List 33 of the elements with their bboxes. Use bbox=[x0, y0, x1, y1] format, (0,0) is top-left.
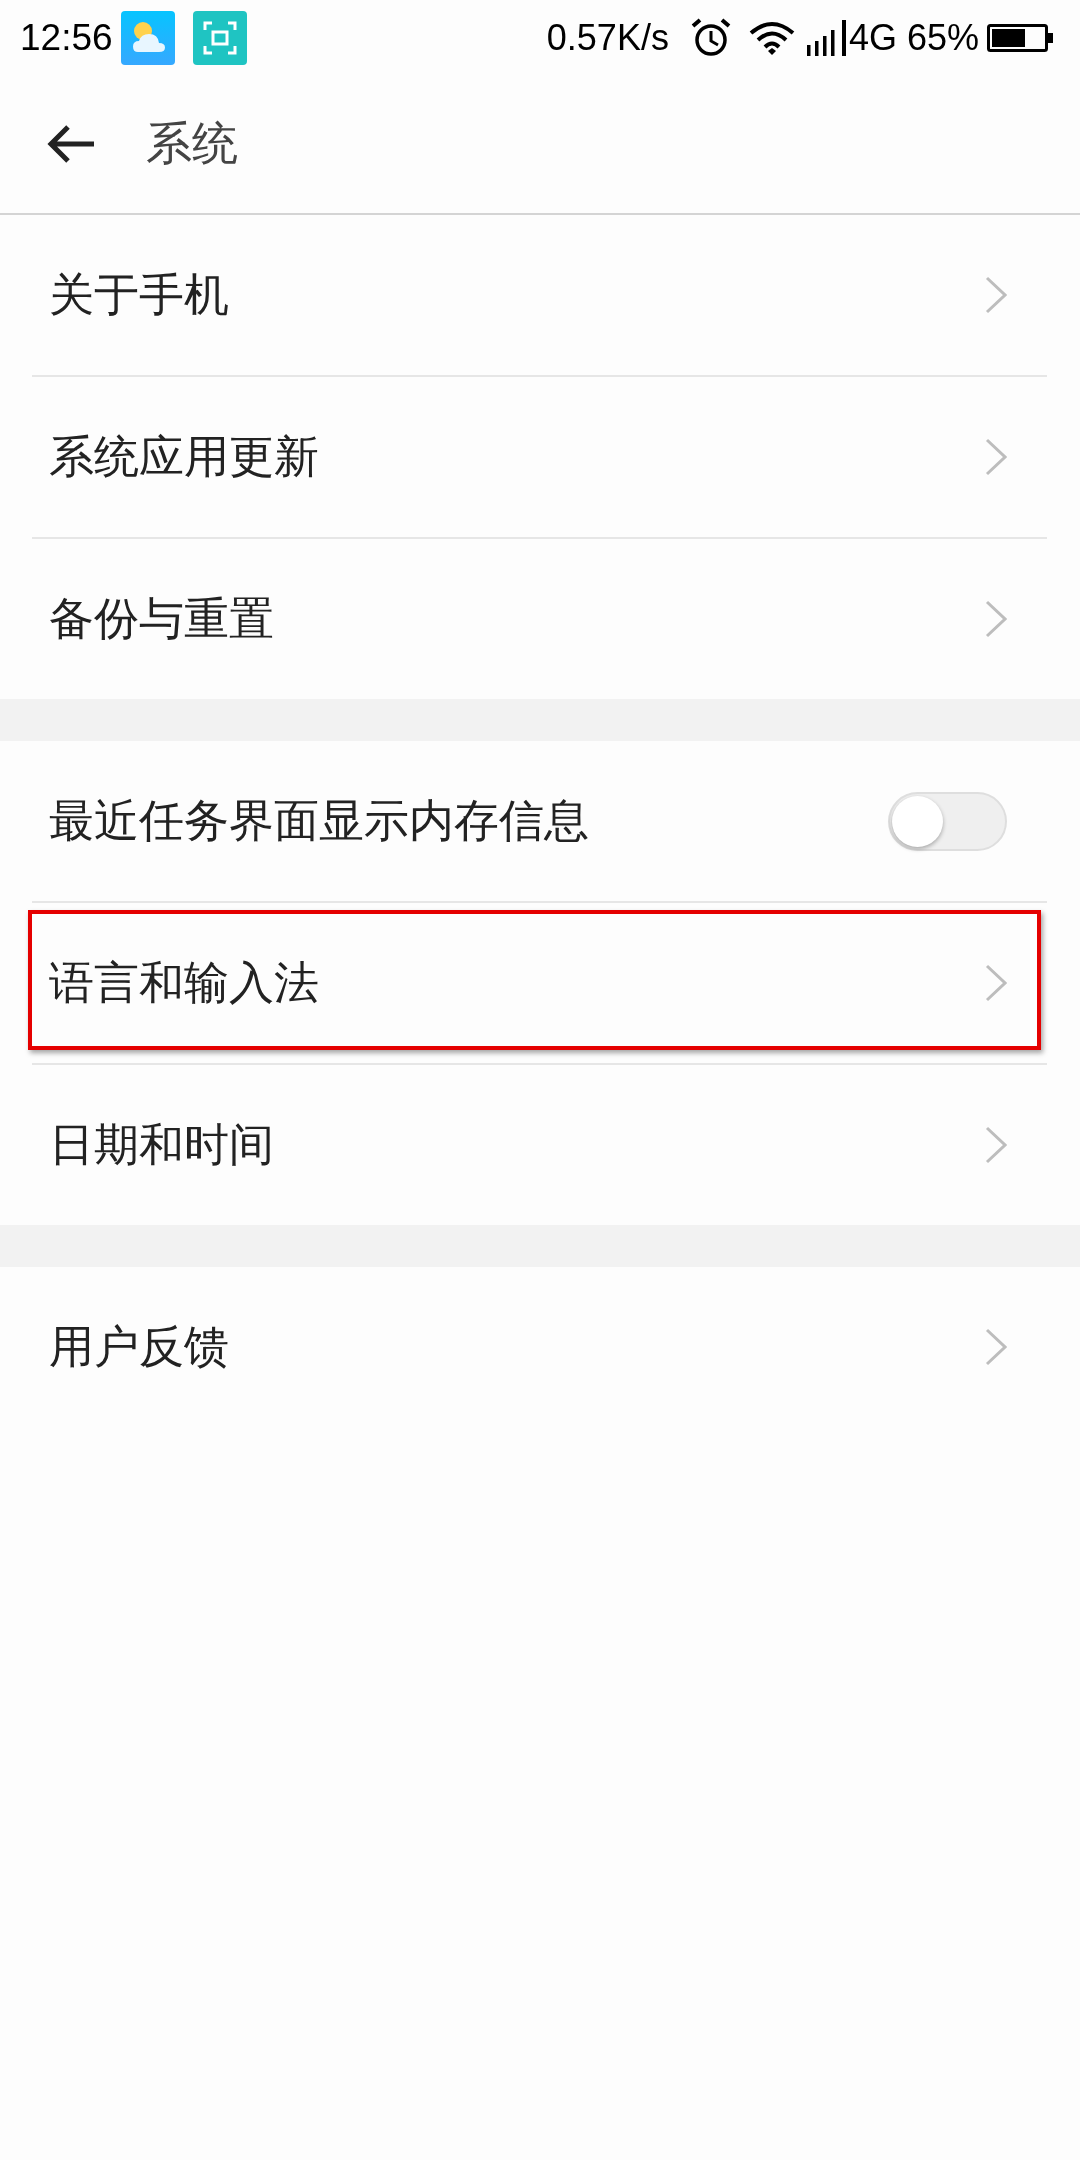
network-type: 4G bbox=[848, 16, 897, 59]
settings-row[interactable]: 用户反馈 bbox=[0, 1267, 1080, 1427]
back-arrow-icon bbox=[46, 124, 96, 164]
wifi-icon bbox=[748, 20, 795, 55]
chevron-right-icon bbox=[985, 600, 1007, 638]
settings-row[interactable]: 系统应用更新 bbox=[0, 377, 1080, 537]
row-label: 关于手机 bbox=[49, 267, 229, 323]
chevron-right-icon bbox=[985, 1126, 1007, 1164]
chevron-right-icon bbox=[985, 276, 1007, 314]
page-title: 系统 bbox=[146, 115, 238, 172]
battery-percent: 65% bbox=[906, 16, 979, 59]
clock-time: 12:56 bbox=[20, 16, 113, 59]
settings-row[interactable]: 关于手机 bbox=[0, 215, 1080, 375]
settings-row[interactable]: 日期和时间 bbox=[0, 1065, 1080, 1225]
row-label: 系统应用更新 bbox=[49, 429, 319, 485]
chevron-right-icon bbox=[985, 438, 1007, 476]
alarm-clock-icon bbox=[690, 17, 731, 58]
row-label: 用户反馈 bbox=[49, 1319, 229, 1375]
row-label: 最近任务界面显示内存信息 bbox=[49, 793, 589, 849]
row-label: 语言和输入法 bbox=[49, 955, 319, 1011]
weather-app-icon bbox=[120, 10, 175, 65]
settings-row[interactable]: 最近任务界面显示内存信息 bbox=[0, 741, 1080, 901]
battery-icon bbox=[987, 23, 1054, 52]
toggle-switch[interactable] bbox=[888, 791, 1007, 851]
row-label: 日期和时间 bbox=[49, 1117, 274, 1173]
row-label: 备份与重置 bbox=[49, 591, 274, 647]
settings-row[interactable]: 语言和输入法 bbox=[0, 903, 1080, 1063]
chevron-right-icon bbox=[985, 964, 1007, 1002]
settings-row[interactable]: 备份与重置 bbox=[0, 539, 1080, 699]
chevron-right-icon bbox=[985, 1328, 1007, 1366]
corner-brackets-icon bbox=[192, 10, 247, 65]
signal-icon bbox=[806, 19, 846, 56]
network-speed: 0.57K/s bbox=[546, 16, 669, 59]
